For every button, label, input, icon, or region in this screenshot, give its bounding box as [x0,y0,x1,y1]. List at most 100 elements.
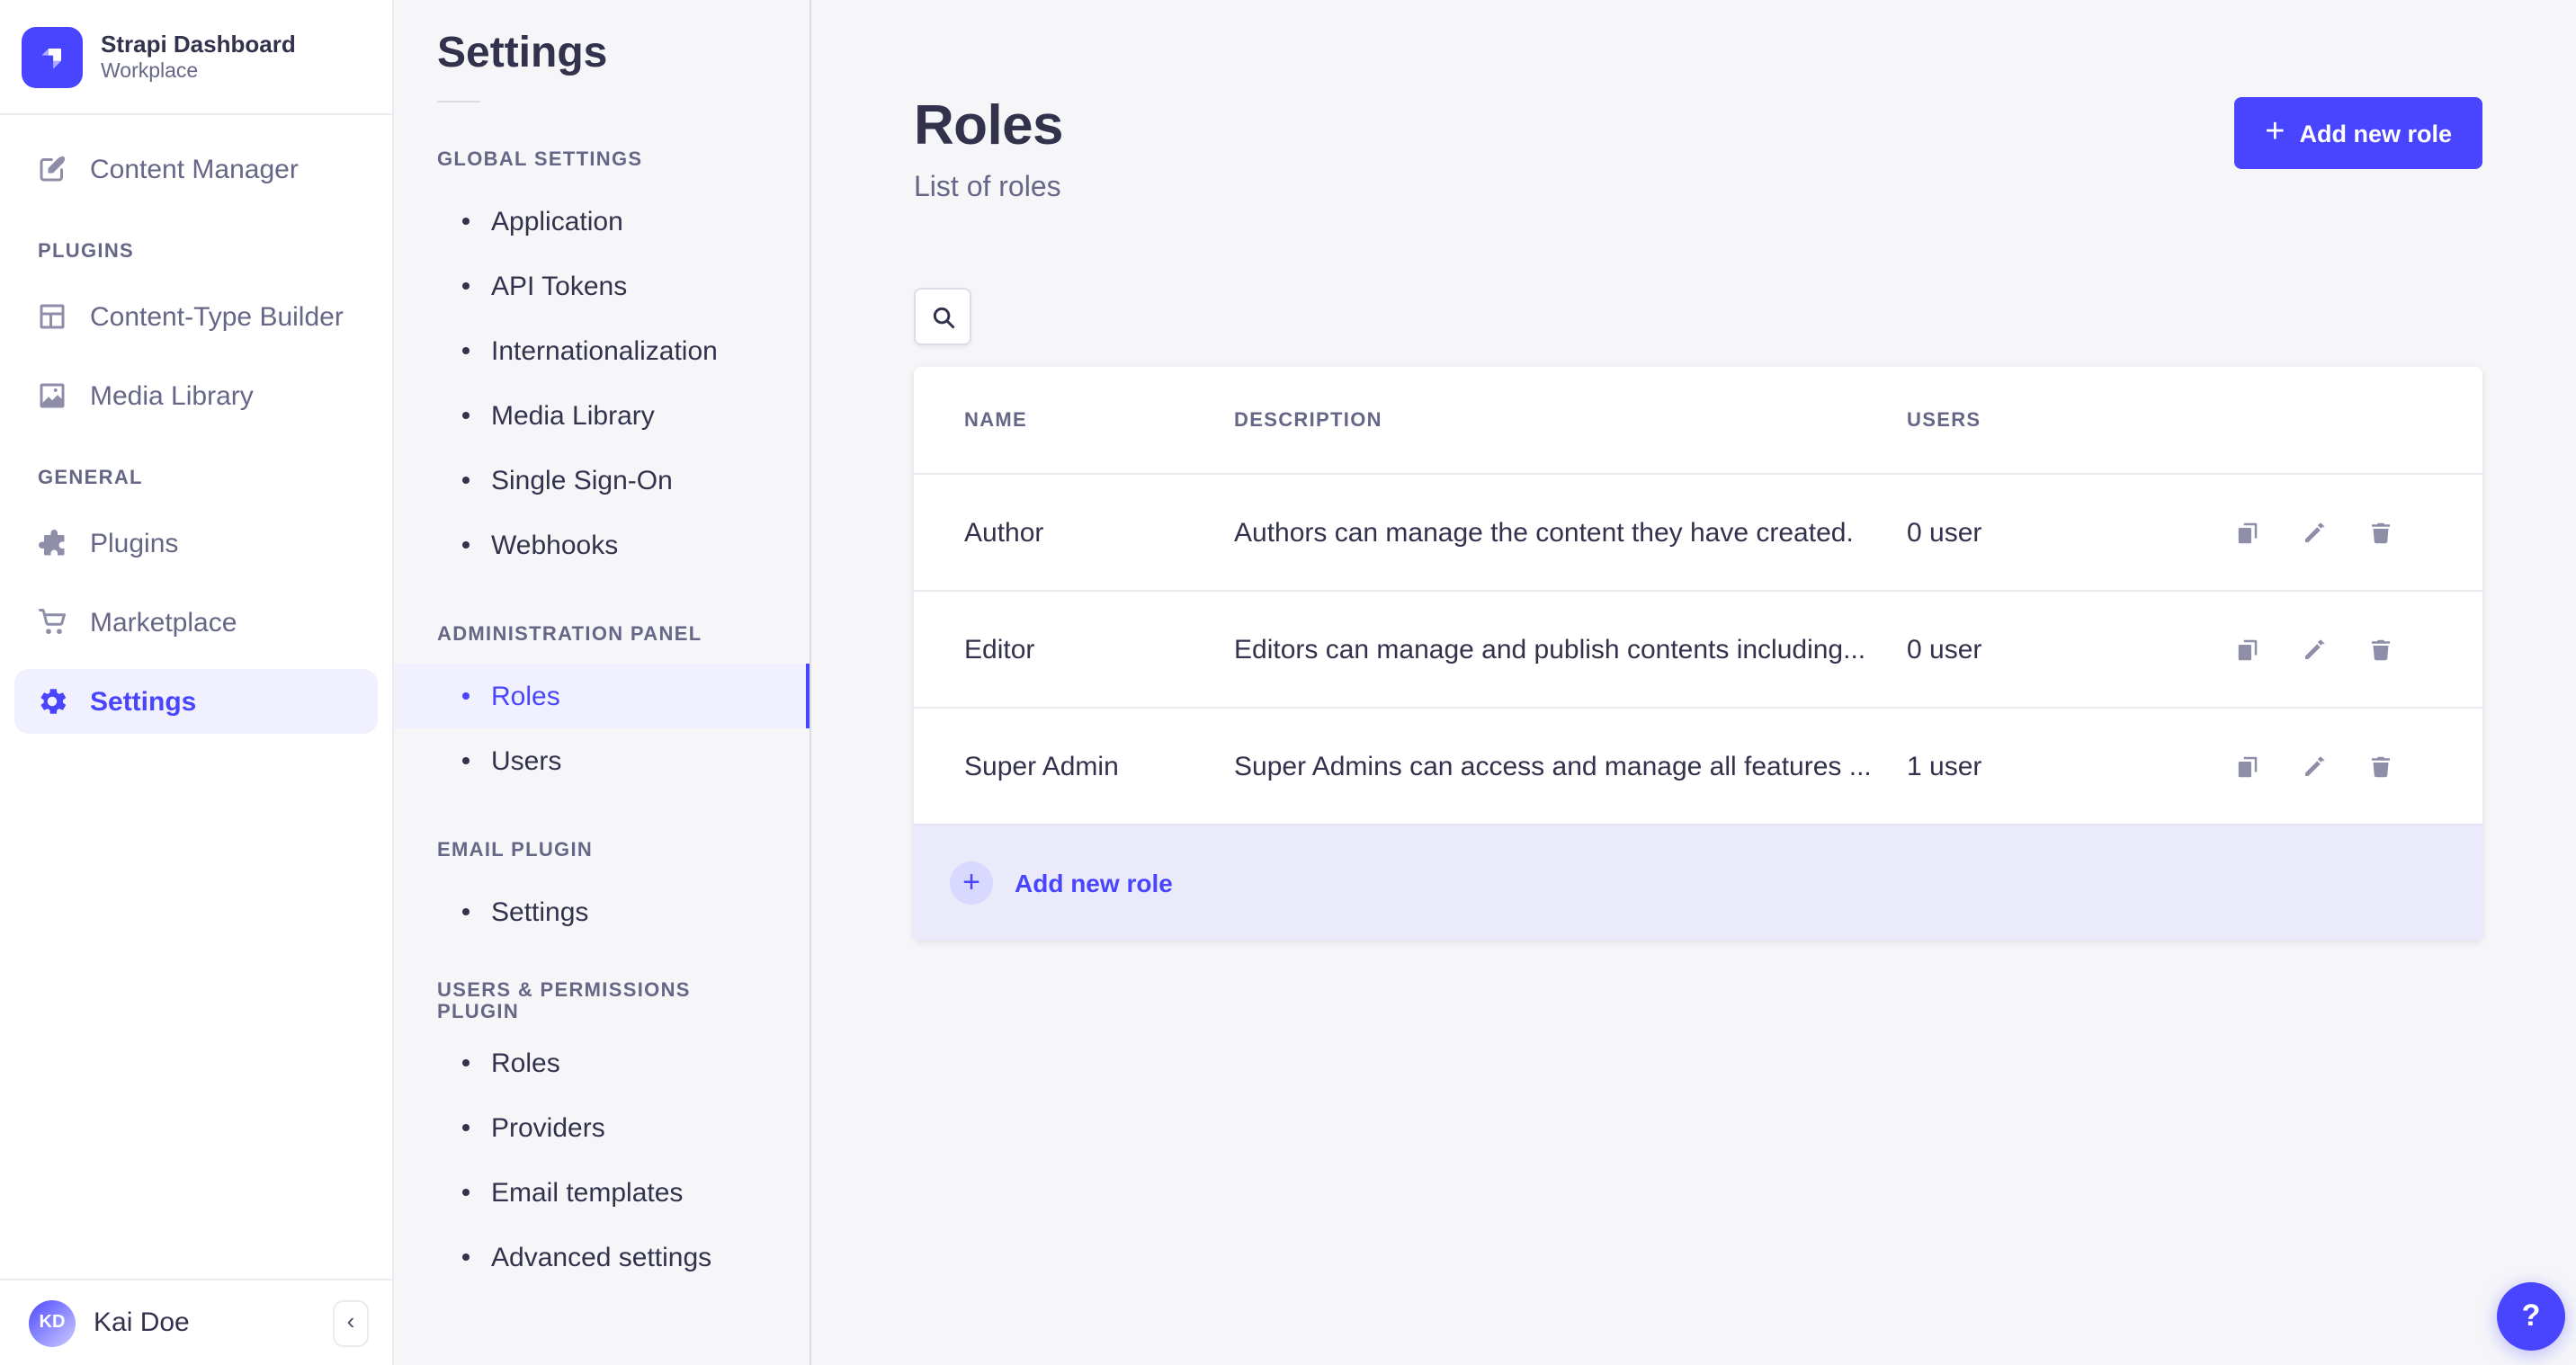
subnav-item-up-advanced-settings[interactable]: Advanced settings [394,1225,809,1289]
delete-role-button[interactable] [2366,752,2394,781]
subnav-title: Settings [437,29,608,77]
brand-subtitle: Workplace [101,61,199,84]
page-header: Roles List of roles + Add new role [914,0,2482,205]
sidebar-item-content-type-builder[interactable]: Content-Type Builder [14,284,378,349]
pencil-icon [2304,638,2324,658]
cart-icon [39,609,66,635]
sidebar-item-marketplace[interactable]: Marketplace [14,590,378,655]
subnav-section-label: ADMINISTRATION PANEL [437,624,702,646]
subnav-item-media-library[interactable]: Media Library [394,383,809,448]
role-description: Super Admins can access and manage all f… [1234,751,1872,781]
delete-role-button[interactable] [2366,635,2394,664]
edit-role-button[interactable] [2299,752,2328,781]
media-library-icon [40,383,65,408]
subnav-divider [437,101,480,103]
sidebar-item-plugins[interactable]: Plugins [14,511,378,575]
page-title: Roles [914,94,1063,156]
subnav-section-administration-panel: ADMINISTRATION PANEL Roles Users [394,617,809,793]
subnav-section-global-settings: GLOBAL SETTINGS Application API Tokens I… [394,142,809,577]
table-header-row: NAME DESCRIPTION USERS [914,367,2482,473]
subnav-section-users-permissions: USERS & PERMISSIONS PLUGIN Roles Provide… [394,980,809,1289]
table-row-super-admin[interactable]: Super Admin Super Admins can access and … [914,707,2482,824]
sidebar-item-label: Settings [90,686,197,717]
sidebar-item-label: Plugins [90,528,179,558]
subnav-item-single-sign-on[interactable]: Single Sign-On [394,448,809,513]
page-title-block: Roles List of roles [914,94,1063,205]
subnav-item-internationalization[interactable]: Internationalization [394,318,809,383]
help-button[interactable]: ? [2497,1282,2565,1351]
subnav-item-api-tokens[interactable]: API Tokens [394,254,809,318]
user-name[interactable]: Kai Doe [94,1307,315,1338]
delete-role-button[interactable] [2366,518,2394,547]
sidebar-item-content-manager[interactable]: Content Manager [14,137,378,201]
plus-icon: + [2265,112,2285,150]
column-header-name: NAME [964,409,1028,431]
puzzle-icon [39,530,65,556]
search-icon [932,306,954,328]
duplicate-icon [2237,522,2257,543]
row-actions [2232,752,2482,781]
duplicate-role-button[interactable] [2232,518,2261,547]
duplicate-role-button[interactable] [2232,635,2261,664]
sidebar-item-label: Content-Type Builder [90,301,344,332]
role-name: Super Admin [964,751,1119,781]
table-row-editor[interactable]: Editor Editors can manage and publish co… [914,590,2482,707]
workplace-switcher[interactable]: Strapi Dashboard Workplace [0,0,392,115]
row-actions [2232,635,2482,664]
row-actions [2232,518,2482,547]
subnav-section-email-plugin: EMAIL PLUGIN Settings [394,833,809,944]
role-description: Authors can manage the content they have… [1234,517,1854,548]
subnav-item-up-providers[interactable]: Providers [394,1095,809,1160]
footer-add-role-label: Add new role [1015,869,1173,897]
add-new-role-label: Add new role [2299,120,2452,147]
trash-icon [2371,755,2389,777]
sidebar-item-media-library[interactable]: Media Library [14,363,378,428]
duplicate-icon [2237,638,2257,660]
question-mark-icon: ? [2521,1298,2541,1333]
subnav-item-email-settings[interactable]: Settings [394,879,809,944]
add-new-role-button[interactable]: + Add new role [2234,97,2482,169]
collapse-sidebar-button[interactable]: ‹ [333,1299,369,1346]
user-avatar[interactable]: KD [29,1299,76,1346]
chevron-left-icon: ‹ [346,1307,355,1334]
column-header-description: DESCRIPTION [1234,409,1382,431]
brand-text: Strapi Dashboard Workplace [101,31,296,84]
strapi-logo-icon [22,26,83,87]
main-sidebar: Strapi Dashboard Workplace Content Manag… [0,0,394,1365]
role-users-count: 0 user [1907,517,1982,548]
role-users-count: 0 user [1907,634,1982,665]
subnav-section-label: EMAIL PLUGIN [437,840,594,861]
subnav-item-application[interactable]: Application [394,189,809,254]
sidebar-section-plugins: PLUGINS [38,241,135,263]
gear-icon [40,689,67,714]
pencil-icon [2304,755,2324,775]
sidebar-item-label: Content Manager [90,154,299,184]
role-users-count: 1 user [1907,751,1982,781]
strapi-admin-app: Strapi Dashboard Workplace Content Manag… [0,0,2576,1365]
subnav-section-label: USERS & PERMISSIONS PLUGIN [437,980,691,1023]
subnav-item-up-email-templates[interactable]: Email templates [394,1160,809,1225]
subnav-item-up-roles[interactable]: Roles [394,1030,809,1095]
table-row-author[interactable]: Author Authors can manage the content th… [914,473,2482,590]
sidebar-item-label: Media Library [90,380,254,411]
role-description: Editors can manage and publish contents … [1234,634,1866,665]
subnav-item-webhooks[interactable]: Webhooks [394,513,809,577]
sidebar-item-settings[interactable]: Settings [14,669,378,734]
sidebar-section-general: GENERAL [38,468,143,489]
content-manager-icon [40,156,66,182]
table-footer-add-role[interactable]: + Add new role [914,824,2482,941]
roles-table: NAME DESCRIPTION USERS Author Authors ca… [914,367,2482,941]
sidebar-user-area: KD Kai Doe ‹ [0,1279,392,1365]
role-name: Author [964,517,1044,548]
role-name: Editor [964,634,1035,665]
edit-role-button[interactable] [2299,518,2328,547]
duplicate-role-button[interactable] [2232,752,2261,781]
pencil-icon [2304,522,2324,541]
content-type-builder-icon [40,304,65,329]
sidebar-nav: Content Manager PLUGINS Content-Type Bui… [0,115,392,1279]
duplicate-icon [2237,755,2257,777]
search-button[interactable] [914,288,971,345]
edit-role-button[interactable] [2299,635,2328,664]
subnav-item-admin-users[interactable]: Users [394,728,809,793]
subnav-item-admin-roles[interactable]: Roles [394,664,809,728]
